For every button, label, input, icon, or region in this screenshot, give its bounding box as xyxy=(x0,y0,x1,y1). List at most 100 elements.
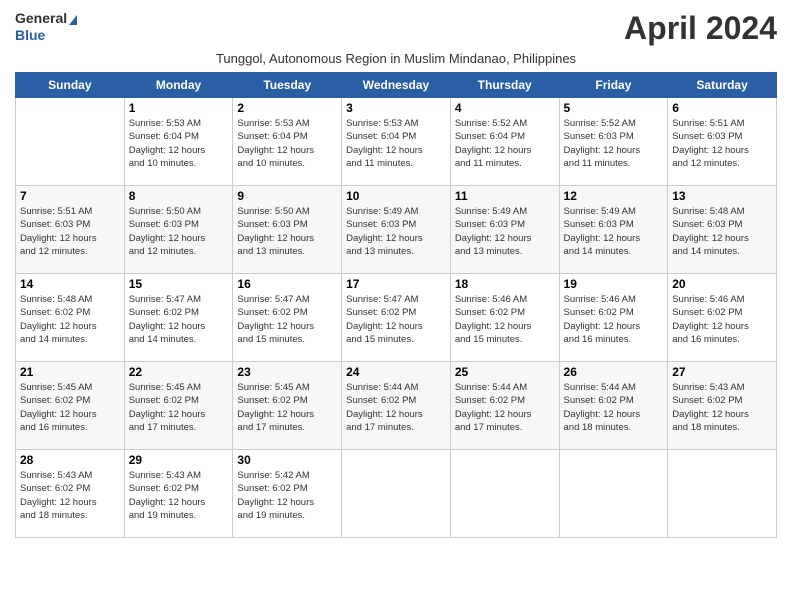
day-number: 25 xyxy=(455,365,555,379)
day-info: Sunrise: 5:49 AM Sunset: 6:03 PM Dayligh… xyxy=(455,205,555,258)
day-info: Sunrise: 5:47 AM Sunset: 6:02 PM Dayligh… xyxy=(237,293,337,346)
calendar-subtitle: Tunggol, Autonomous Region in Muslim Min… xyxy=(15,51,777,66)
calendar-cell: 2 Sunrise: 5:53 AM Sunset: 6:04 PM Daylig… xyxy=(233,98,342,186)
calendar-cell xyxy=(16,98,125,186)
calendar-week-row: 14Sunrise: 5:48 AM Sunset: 6:02 PM Dayli… xyxy=(16,274,777,362)
calendar-cell: 30 Sunrise: 5:42 AM Sunset: 6:02 PM Dayli… xyxy=(233,450,342,538)
day-number: 19 xyxy=(564,277,664,291)
day-number: 23 xyxy=(237,365,337,379)
day-number: 11 xyxy=(455,189,555,203)
calendar-cell: 5Sunrise: 5:52 AM Sunset: 6:03 PM Daylig… xyxy=(559,98,668,186)
calendar-cell xyxy=(559,450,668,538)
calendar-cell xyxy=(342,450,451,538)
day-info: Sunrise: 5:53 AM Sunset: 6:04 PM Dayligh… xyxy=(346,117,446,170)
calendar-cell: 18Sunrise: 5:46 AM Sunset: 6:02 PM Dayli… xyxy=(450,274,559,362)
logo: General Blue xyxy=(15,10,77,44)
day-info: Sunrise: 5:51 AM Sunset: 6:03 PM Dayligh… xyxy=(672,117,772,170)
day-info: Sunrise: 5:43 AM Sunset: 6:02 PM Dayligh… xyxy=(672,381,772,434)
calendar-cell: 21Sunrise: 5:45 AM Sunset: 6:02 PM Dayli… xyxy=(16,362,125,450)
calendar-cell: 24Sunrise: 5:44 AM Sunset: 6:02 PM Dayli… xyxy=(342,362,451,450)
weekday-header-saturday: Saturday xyxy=(668,73,777,98)
calendar-cell: 9 Sunrise: 5:50 AM Sunset: 6:03 PM Daylig… xyxy=(233,186,342,274)
day-number: 28 xyxy=(20,453,120,467)
day-number: 2 xyxy=(237,101,337,115)
day-info: Sunrise: 5:50 AM Sunset: 6:03 PM Dayligh… xyxy=(237,205,337,258)
calendar-cell: 4 Sunrise: 5:52 AM Sunset: 6:04 PM Daylig… xyxy=(450,98,559,186)
weekday-header-friday: Friday xyxy=(559,73,668,98)
weekday-header-wednesday: Wednesday xyxy=(342,73,451,98)
day-number: 4 xyxy=(455,101,555,115)
weekday-header-thursday: Thursday xyxy=(450,73,559,98)
weekday-header-sunday: Sunday xyxy=(16,73,125,98)
calendar-cell: 8Sunrise: 5:50 AM Sunset: 6:03 PM Daylig… xyxy=(124,186,233,274)
day-number: 1 xyxy=(129,101,229,115)
calendar-cell: 16 Sunrise: 5:47 AM Sunset: 6:02 PM Dayli… xyxy=(233,274,342,362)
day-number: 22 xyxy=(129,365,229,379)
calendar-cell: 7 Sunrise: 5:51 AM Sunset: 6:03 PM Daylig… xyxy=(16,186,125,274)
calendar-cell: 20 Sunrise: 5:46 AM Sunset: 6:02 PM Dayli… xyxy=(668,274,777,362)
day-number: 9 xyxy=(237,189,337,203)
day-info: Sunrise: 5:44 AM Sunset: 6:02 PM Dayligh… xyxy=(564,381,664,434)
day-number: 13 xyxy=(672,189,772,203)
calendar-cell: 14Sunrise: 5:48 AM Sunset: 6:02 PM Dayli… xyxy=(16,274,125,362)
calendar-header-row: SundayMondayTuesdayWednesdayThursdayFrid… xyxy=(16,73,777,98)
calendar-cell: 28 Sunrise: 5:43 AM Sunset: 6:02 PM Dayli… xyxy=(16,450,125,538)
calendar-cell: 26 Sunrise: 5:44 AM Sunset: 6:02 PM Dayli… xyxy=(559,362,668,450)
day-number: 30 xyxy=(237,453,337,467)
calendar-cell: 25Sunrise: 5:44 AM Sunset: 6:02 PM Dayli… xyxy=(450,362,559,450)
day-info: Sunrise: 5:42 AM Sunset: 6:02 PM Dayligh… xyxy=(237,469,337,522)
day-info: Sunrise: 5:43 AM Sunset: 6:02 PM Dayligh… xyxy=(20,469,120,522)
month-title: April 2024 xyxy=(624,10,777,47)
page-header: General Blue April 2024 xyxy=(15,10,777,47)
day-info: Sunrise: 5:44 AM Sunset: 6:02 PM Dayligh… xyxy=(346,381,446,434)
calendar-cell: 19 Sunrise: 5:46 AM Sunset: 6:02 PM Dayli… xyxy=(559,274,668,362)
day-info: Sunrise: 5:48 AM Sunset: 6:02 PM Dayligh… xyxy=(20,293,120,346)
day-info: Sunrise: 5:53 AM Sunset: 6:04 PM Dayligh… xyxy=(129,117,229,170)
logo-general: General xyxy=(15,10,67,26)
weekday-header-tuesday: Tuesday xyxy=(233,73,342,98)
calendar-cell: 12 Sunrise: 5:49 AM Sunset: 6:03 PM Dayli… xyxy=(559,186,668,274)
day-info: Sunrise: 5:46 AM Sunset: 6:02 PM Dayligh… xyxy=(564,293,664,346)
day-info: Sunrise: 5:46 AM Sunset: 6:02 PM Dayligh… xyxy=(672,293,772,346)
day-number: 21 xyxy=(20,365,120,379)
day-number: 18 xyxy=(455,277,555,291)
calendar-cell: 11 Sunrise: 5:49 AM Sunset: 6:03 PM Dayli… xyxy=(450,186,559,274)
calendar-week-row: 7 Sunrise: 5:51 AM Sunset: 6:03 PM Daylig… xyxy=(16,186,777,274)
day-info: Sunrise: 5:45 AM Sunset: 6:02 PM Dayligh… xyxy=(237,381,337,434)
day-number: 29 xyxy=(129,453,229,467)
logo-text: General Blue xyxy=(15,10,77,44)
day-info: Sunrise: 5:47 AM Sunset: 6:02 PM Dayligh… xyxy=(129,293,229,346)
day-info: Sunrise: 5:53 AM Sunset: 6:04 PM Dayligh… xyxy=(237,117,337,170)
day-number: 7 xyxy=(20,189,120,203)
day-number: 3 xyxy=(346,101,446,115)
day-number: 15 xyxy=(129,277,229,291)
calendar-cell xyxy=(668,450,777,538)
day-number: 10 xyxy=(346,189,446,203)
day-info: Sunrise: 5:51 AM Sunset: 6:03 PM Dayligh… xyxy=(20,205,120,258)
calendar-week-row: 1 Sunrise: 5:53 AM Sunset: 6:04 PM Daylig… xyxy=(16,98,777,186)
weekday-header-monday: Monday xyxy=(124,73,233,98)
day-number: 8 xyxy=(129,189,229,203)
calendar-cell: 3 Sunrise: 5:53 AM Sunset: 6:04 PM Daylig… xyxy=(342,98,451,186)
calendar-cell: 13Sunrise: 5:48 AM Sunset: 6:03 PM Dayli… xyxy=(668,186,777,274)
day-number: 27 xyxy=(672,365,772,379)
day-info: Sunrise: 5:49 AM Sunset: 6:03 PM Dayligh… xyxy=(564,205,664,258)
calendar-cell xyxy=(450,450,559,538)
day-number: 16 xyxy=(237,277,337,291)
calendar-week-row: 28 Sunrise: 5:43 AM Sunset: 6:02 PM Dayli… xyxy=(16,450,777,538)
logo-blue: Blue xyxy=(15,27,45,43)
day-info: Sunrise: 5:45 AM Sunset: 6:02 PM Dayligh… xyxy=(129,381,229,434)
day-number: 12 xyxy=(564,189,664,203)
calendar-cell: 6 Sunrise: 5:51 AM Sunset: 6:03 PM Daylig… xyxy=(668,98,777,186)
day-number: 26 xyxy=(564,365,664,379)
calendar-cell: 23 Sunrise: 5:45 AM Sunset: 6:02 PM Dayli… xyxy=(233,362,342,450)
logo-icon xyxy=(69,15,77,25)
day-number: 20 xyxy=(672,277,772,291)
day-number: 6 xyxy=(672,101,772,115)
day-info: Sunrise: 5:52 AM Sunset: 6:04 PM Dayligh… xyxy=(455,117,555,170)
day-info: Sunrise: 5:47 AM Sunset: 6:02 PM Dayligh… xyxy=(346,293,446,346)
calendar-cell: 15 Sunrise: 5:47 AM Sunset: 6:02 PM Dayli… xyxy=(124,274,233,362)
calendar-cell: 1 Sunrise: 5:53 AM Sunset: 6:04 PM Daylig… xyxy=(124,98,233,186)
day-number: 5 xyxy=(564,101,664,115)
day-info: Sunrise: 5:43 AM Sunset: 6:02 PM Dayligh… xyxy=(129,469,229,522)
